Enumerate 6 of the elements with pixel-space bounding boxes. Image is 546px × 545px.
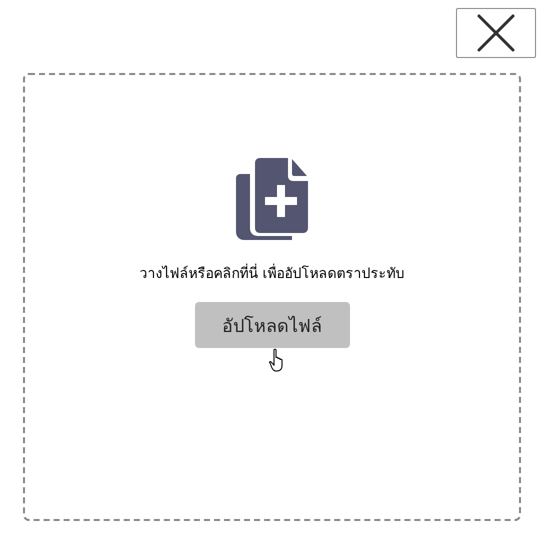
close-button[interactable] — [456, 8, 536, 58]
add-file-icon — [236, 158, 308, 240]
close-icon — [476, 13, 516, 53]
instruction-text: วางไฟล์หรือคลิกที่นี่ เพื่ออัปโหลดตราประทับ — [139, 262, 405, 284]
upload-button[interactable]: อัปโหลดไฟล์ — [194, 302, 350, 348]
drop-zone[interactable]: วางไฟล์หรือคลิกที่นี่ เพื่ออัปโหลดตราประทับ อัปโหลดไฟล์ — [23, 73, 521, 521]
